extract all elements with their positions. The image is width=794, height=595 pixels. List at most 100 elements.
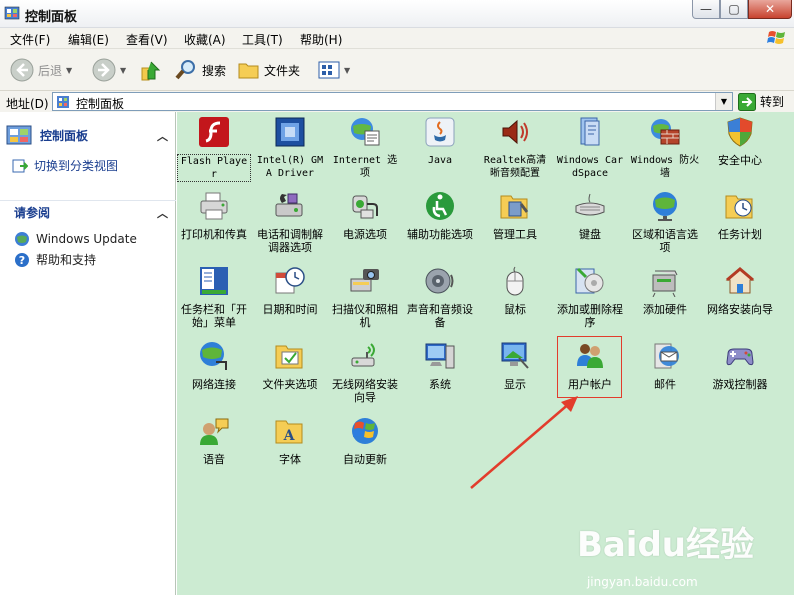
collapse-icon[interactable]: ︿ [157, 205, 168, 221]
item-date-time[interactable]: 日期和时间 [253, 265, 327, 316]
close-button[interactable]: ✕ [748, 0, 792, 19]
item-mouse[interactable]: 鼠标 [478, 265, 552, 316]
item-sounds-audio[interactable]: 声音和音频设备 [403, 265, 477, 329]
clock-calendar-icon [275, 267, 305, 294]
see-also-header[interactable]: 请参阅 ︿ [0, 201, 176, 223]
maximize-button[interactable]: ▢ [720, 0, 748, 19]
back-dropdown-icon[interactable]: ▼ [66, 66, 72, 75]
scanner-camera-icon [350, 269, 379, 292]
item-internet-options[interactable]: Internet 选项 [328, 116, 402, 180]
red-arrow-annotation [470, 396, 578, 489]
menu-help[interactable]: 帮助(H) [300, 31, 342, 48]
up-button[interactable] [140, 49, 162, 91]
control-panel-header[interactable]: 控制面板 ︿ [0, 124, 176, 146]
item-java[interactable]: Java [403, 116, 477, 167]
item-flash-player[interactable]: Flash Player [177, 116, 251, 182]
item-accessibility[interactable]: 辅助功能选项 [403, 190, 477, 241]
menu-file[interactable]: 文件(F) [10, 31, 50, 48]
menu-tools[interactable]: 工具(T) [242, 31, 283, 48]
task-pane: 控制面板 ︿ 切换到分类视图 请参阅 ︿ Windows Update ? 帮助… [0, 112, 176, 595]
control-panel-small-icon [57, 96, 69, 108]
network-setup-house-icon [725, 267, 755, 294]
item-display[interactable]: 显示 [478, 340, 552, 391]
minimize-icon: — [700, 2, 712, 16]
item-folder-options[interactable]: 文件夹选项 [253, 340, 327, 391]
item-fonts[interactable]: A 字体 [253, 415, 327, 466]
control-panel-icon [4, 6, 20, 20]
cardspace-icon [580, 117, 600, 146]
intel-driver-icon [275, 117, 305, 147]
item-scheduled-tasks[interactable]: 任务计划 [703, 190, 777, 241]
windows-update-icon [15, 232, 29, 246]
item-system[interactable]: 系统 [403, 340, 477, 391]
item-intel-gma-driver[interactable]: Intel(R) GMA Driver [253, 116, 327, 180]
item-windows-firewall[interactable]: Windows 防火墙 [628, 116, 702, 180]
taskbar-icon [200, 267, 228, 295]
baidu-watermark: Baidu经验 jingyan.baidu.com [576, 525, 754, 589]
item-add-hardware[interactable]: 添加硬件 [628, 265, 702, 316]
back-button[interactable]: 后退 ▼ [10, 49, 72, 91]
item-network-setup-wizard[interactable]: 网络安装向导 [703, 265, 777, 316]
add-hardware-icon [652, 270, 678, 298]
internet-options-icon [351, 118, 380, 146]
forward-dropdown-icon[interactable]: ▼ [120, 66, 126, 75]
user-accounts-highlight-box [557, 336, 622, 398]
minimize-button[interactable]: — [692, 0, 720, 19]
item-keyboard[interactable]: 键盘 [553, 190, 627, 241]
item-printers-faxes[interactable]: 打印机和传真 [177, 190, 251, 241]
menu-view[interactable]: 查看(V) [126, 31, 168, 48]
folders-button[interactable]: 文件夹 [238, 49, 300, 91]
menu-bar: 文件(F) 编辑(E) 查看(V) 收藏(A) 工具(T) 帮助(H) [0, 28, 794, 48]
folder-options-icon [275, 345, 303, 369]
menu-favorites[interactable]: 收藏(A) [184, 31, 226, 48]
search-button[interactable]: 搜索 [174, 49, 226, 91]
sound-icon [425, 268, 454, 294]
forward-button[interactable]: ▼ [92, 49, 126, 91]
item-region-language[interactable]: 区域和语言选项 [628, 190, 702, 254]
item-mail[interactable]: 邮件 [628, 340, 702, 391]
title-bar: 控制面板 — ▢ ✕ [0, 0, 794, 28]
switch-view-icon [12, 159, 28, 172]
item-windows-cardspace[interactable]: Windows CardSpace [553, 116, 627, 180]
collapse-icon[interactable]: ︿ [157, 128, 168, 144]
item-wireless-network-wizard[interactable]: 无线网络安装向导 [328, 340, 402, 404]
views-button[interactable]: ▼ [318, 49, 350, 91]
switch-category-view-link[interactable]: 切换到分类视图 [12, 157, 118, 174]
shield-icon [727, 117, 753, 147]
item-add-remove-programs[interactable]: 添加或删除程序 [553, 265, 627, 329]
windows-update-link[interactable]: Windows Update [14, 231, 137, 247]
power-plug-icon [352, 195, 378, 219]
address-value: 控制面板 [76, 97, 125, 111]
search-icon [175, 60, 195, 80]
item-taskbar-start-menu[interactable]: 任务栏和「开始」菜单 [177, 265, 251, 329]
item-speech[interactable]: 语音 [177, 415, 251, 466]
system-icon [425, 343, 455, 369]
accessibility-icon [426, 192, 454, 220]
printer-icon [200, 192, 228, 220]
address-input[interactable]: 控制面板 ▼ [52, 92, 733, 111]
item-power-options[interactable]: 电源选项 [328, 190, 402, 241]
speaker-icon [502, 119, 528, 145]
control-panel-header-icon [6, 125, 32, 145]
display-icon [501, 342, 529, 369]
go-button[interactable]: 转到 [738, 92, 784, 111]
item-security-center[interactable]: 安全中心 [703, 116, 777, 167]
address-dropdown[interactable]: ▼ [715, 93, 732, 110]
help-support-link[interactable]: ? 帮助和支持 [14, 251, 96, 268]
item-game-controllers[interactable]: 游戏控制器 [703, 340, 777, 391]
item-phone-modem[interactable]: 电话和调制解调器选项 [253, 190, 327, 254]
fonts-folder-icon: A [275, 420, 303, 444]
keyboard-icon [575, 193, 605, 216]
gamepad-icon [726, 348, 754, 366]
item-admin-tools[interactable]: 管理工具 [478, 190, 552, 241]
network-connections-icon [200, 342, 227, 370]
java-icon [425, 117, 455, 147]
menu-edit[interactable]: 编辑(E) [68, 31, 109, 48]
folders-icon [238, 63, 259, 79]
back-arrow-icon [10, 58, 34, 82]
firewall-icon [651, 119, 680, 145]
item-automatic-updates[interactable]: 自动更新 [328, 415, 402, 466]
item-scanners-cameras[interactable]: 扫描仪和照相机 [328, 265, 402, 329]
item-realtek-audio[interactable]: Realtek高清晰音频配置 [478, 116, 552, 180]
item-network-connections[interactable]: 网络连接 [177, 340, 251, 391]
